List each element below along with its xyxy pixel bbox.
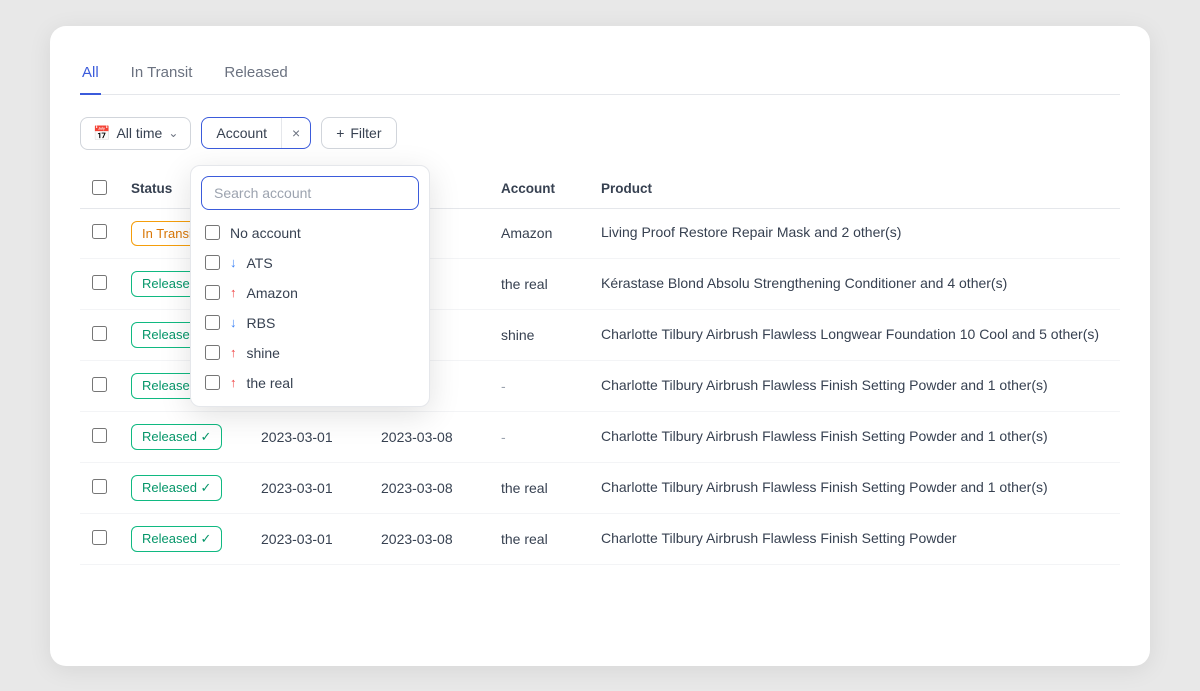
col-header-product: Product xyxy=(589,170,1120,209)
dropdown-item-shine[interactable]: ↑ shine xyxy=(191,338,429,368)
status-badge: Released ✓ xyxy=(131,424,222,450)
status-badge: Released ✓ xyxy=(131,475,222,501)
dropdown-label-shine: shine xyxy=(247,345,280,361)
row-checkbox-2[interactable] xyxy=(92,326,107,341)
account-filter-close-icon[interactable]: × xyxy=(281,118,310,148)
date-filter-button[interactable]: 📅 All time ⌄ xyxy=(80,117,191,150)
checkbox-the-real[interactable] xyxy=(205,375,220,390)
cell-account: the real xyxy=(489,513,589,564)
filters-row: 📅 All time ⌄ Account × + Filter No accou… xyxy=(80,117,1120,150)
dropdown-item-no-account[interactable]: No account xyxy=(191,218,429,248)
dropdown-item-rbs[interactable]: ↓ RBS xyxy=(191,308,429,338)
cell-product: Kérastase Blond Absolu Strengthening Con… xyxy=(589,258,1120,309)
cell-product: Charlotte Tilbury Airbrush Flawless Fini… xyxy=(589,360,1120,411)
row-checkbox-5[interactable] xyxy=(92,479,107,494)
checkbox-shine[interactable] xyxy=(205,345,220,360)
row-checkbox-4[interactable] xyxy=(92,428,107,443)
arrow-up-icon-amazon: ↑ xyxy=(230,285,237,300)
arrow-up-icon-shine: ↑ xyxy=(230,345,237,360)
account-dropdown: No account ↓ ATS ↑ Amazon ↓ RBS ↑ shine xyxy=(190,165,430,407)
cell-date2: 2023-03-08 xyxy=(369,513,489,564)
dropdown-label-the-real: the real xyxy=(247,375,294,391)
cell-account: - xyxy=(489,411,589,462)
cell-account: shine xyxy=(489,309,589,360)
cell-date1: 2023-03-01 xyxy=(249,411,369,462)
add-filter-button[interactable]: + Filter xyxy=(321,117,396,149)
cell-product: Charlotte Tilbury Airbrush Flawless Long… xyxy=(589,309,1120,360)
arrow-down-icon-ats: ↓ xyxy=(230,255,237,270)
row-checkbox-6[interactable] xyxy=(92,530,107,545)
table-row: Released ✓ 2023-03-012023-03-08-Charlotte… xyxy=(80,411,1120,462)
account-filter-button[interactable]: Account × xyxy=(201,117,311,149)
cell-account: the real xyxy=(489,462,589,513)
main-card: All In Transit Released 📅 All time ⌄ Acc… xyxy=(50,26,1150,666)
dropdown-item-amazon[interactable]: ↑ Amazon xyxy=(191,278,429,308)
checkbox-rbs[interactable] xyxy=(205,315,220,330)
row-checkbox-0[interactable] xyxy=(92,224,107,239)
tabs-bar: All In Transit Released xyxy=(80,56,1120,95)
cell-date1: 2023-03-01 xyxy=(249,513,369,564)
checkbox-ats[interactable] xyxy=(205,255,220,270)
account-filter-label: Account xyxy=(202,118,281,148)
calendar-icon: 📅 xyxy=(93,125,110,142)
checkbox-no-account[interactable] xyxy=(205,225,220,240)
tab-all[interactable]: All xyxy=(80,56,101,95)
row-checkbox-3[interactable] xyxy=(92,377,107,392)
chevron-down-icon: ⌄ xyxy=(168,126,178,140)
plus-icon: + xyxy=(336,125,344,141)
dropdown-item-the-real[interactable]: ↑ the real xyxy=(191,368,429,398)
dropdown-item-ats[interactable]: ↓ ATS xyxy=(191,248,429,278)
status-badge: Released ✓ xyxy=(131,526,222,552)
dropdown-label-ats: ATS xyxy=(247,255,273,271)
cell-account: the real xyxy=(489,258,589,309)
row-checkbox-1[interactable] xyxy=(92,275,107,290)
date-filter-label: All time xyxy=(116,125,162,141)
tab-in-transit[interactable]: In Transit xyxy=(129,56,195,95)
cell-date1: 2023-03-01 xyxy=(249,462,369,513)
cell-product: Living Proof Restore Repair Mask and 2 o… xyxy=(589,208,1120,258)
col-header-check xyxy=(80,170,119,209)
col-header-account: Account xyxy=(489,170,589,209)
arrow-down-icon-rbs: ↓ xyxy=(230,315,237,330)
tab-released[interactable]: Released xyxy=(222,56,289,95)
arrow-up-icon-the-real: ↑ xyxy=(230,375,237,390)
dropdown-label-no-account: No account xyxy=(230,225,301,241)
cell-account: - xyxy=(489,360,589,411)
account-search-input[interactable] xyxy=(201,176,419,210)
dropdown-label-amazon: Amazon xyxy=(247,285,298,301)
checkbox-amazon[interactable] xyxy=(205,285,220,300)
select-all-checkbox[interactable] xyxy=(92,180,107,195)
cell-date2: 2023-03-08 xyxy=(369,411,489,462)
cell-account: Amazon xyxy=(489,208,589,258)
table-row: Released ✓ 2023-03-012023-03-08the realCh… xyxy=(80,513,1120,564)
cell-product: Charlotte Tilbury Airbrush Flawless Fini… xyxy=(589,462,1120,513)
cell-product: Charlotte Tilbury Airbrush Flawless Fini… xyxy=(589,411,1120,462)
add-filter-label: Filter xyxy=(350,125,381,141)
cell-date2: 2023-03-08 xyxy=(369,462,489,513)
cell-product: Charlotte Tilbury Airbrush Flawless Fini… xyxy=(589,513,1120,564)
table-row: Released ✓ 2023-03-012023-03-08the realCh… xyxy=(80,462,1120,513)
dropdown-label-rbs: RBS xyxy=(247,315,276,331)
